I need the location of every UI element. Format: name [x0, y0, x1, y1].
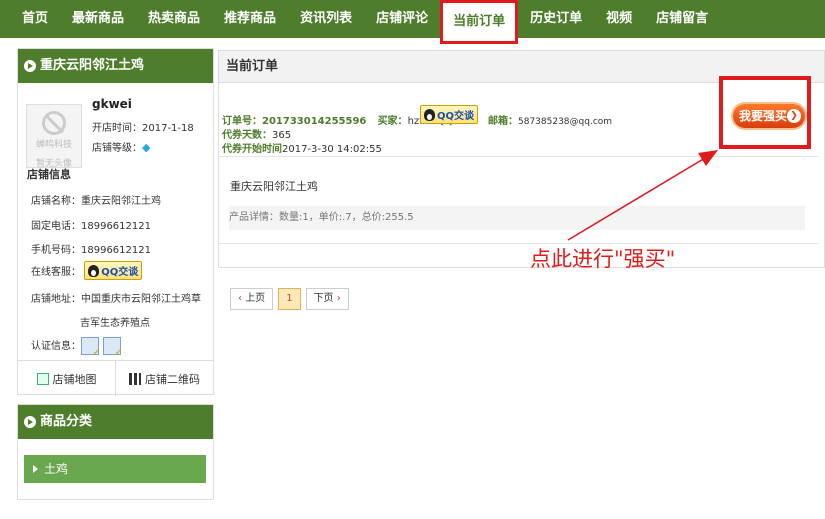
mobile-row: 手机号码：18996612121 — [31, 241, 151, 256]
shop-info-heading: 店铺信息 — [27, 168, 71, 181]
avatar: 蝉鸣科技 暂无头像 — [26, 104, 82, 169]
username: gkwei — [92, 97, 132, 111]
cert-label: 认证信息： — [31, 341, 81, 352]
buyer-label: 买家： — [377, 116, 408, 127]
shop-title-bar: 重庆云阳邻江土鸡 — [18, 49, 213, 83]
nav-order-history[interactable]: 历史订单 — [518, 0, 594, 38]
category-title-bar: 商品分类 — [18, 405, 213, 439]
cert-row: 认证信息： — [31, 337, 125, 358]
start-label: 代券开始时间 — [222, 144, 282, 155]
force-buy-highlight: 我要强买 ❯ — [719, 76, 811, 149]
online-service-row: 在线客服： QQ交谈 — [31, 261, 143, 280]
page-number-current[interactable]: 1 — [278, 288, 301, 310]
address-row: 店铺地址：中国重庆市云阳邻江土鸡草 — [31, 290, 201, 305]
phone-row: 固定电话：18996612121 — [31, 217, 151, 232]
nav-video[interactable]: 视频 — [594, 0, 644, 38]
shop-level-label: 店铺等级： — [92, 143, 142, 154]
id-cert-icon — [81, 337, 101, 358]
nav-hot-products[interactable]: 热卖商品 — [136, 0, 212, 38]
category-title: 商品分类 — [40, 414, 93, 429]
nav-news-list[interactable]: 资讯列表 — [288, 0, 364, 38]
shop-name-label: 店铺名称： — [31, 196, 81, 207]
shop-tabbar: 店铺地图 店铺二维码 — [18, 360, 213, 396]
open-time: 开店时间：2017-1-18 — [92, 123, 194, 134]
force-buy-label: 我要强买 — [739, 109, 788, 123]
no-avatar-icon — [42, 111, 66, 135]
shop-map-label: 店铺地图 — [52, 372, 97, 386]
address-label: 店铺地址： — [31, 294, 81, 305]
diamond-icon: ◆ — [142, 141, 151, 154]
prev-page-label: 上页 — [245, 293, 266, 304]
start-value: 2017-3-30 14:02:55 — [282, 144, 382, 155]
nav-recommended-products[interactable]: 推荐商品 — [212, 0, 288, 38]
qq-chat-label: QQ交谈 — [101, 267, 139, 278]
qq-penguin-icon — [88, 265, 100, 277]
license-cert-icon — [103, 337, 123, 358]
nav-shop-messages[interactable]: 店铺留言 — [644, 0, 720, 38]
buyer-qq-chat-button[interactable]: QQ交谈 — [420, 105, 479, 124]
top-nav: 首页 最新商品 热卖商品 推荐商品 资讯列表 店铺评论 当前订单 历史订单 视频… — [0, 0, 825, 44]
buyer-qq-chat-label: QQ交谈 — [437, 111, 475, 122]
mobile-value: 18996612121 — [81, 245, 151, 256]
arrow-right-icon: ❯ — [787, 109, 801, 123]
shop-qr-label: 店铺二维码 — [145, 372, 200, 386]
arrow-circle-icon — [24, 416, 36, 428]
shop-level: 店铺等级：◆ — [92, 139, 150, 154]
next-page-label: 下页 — [313, 293, 334, 304]
email-label: 邮箱： — [488, 116, 518, 127]
shop-map-tab[interactable]: 店铺地图 — [18, 361, 116, 396]
address-line-2: 吉军生态养殖点 — [80, 318, 150, 329]
email-row: 邮箱：587385238@qq.com — [488, 112, 612, 127]
force-buy-button[interactable]: 我要强买 ❯ — [733, 104, 805, 128]
nav-home[interactable]: 首页 — [10, 0, 60, 38]
annotation-arrow — [567, 150, 718, 241]
shop-info-panel: 重庆云阳邻江土鸡 蝉鸣科技 暂无头像 gkwei 开店时间：2017-1-18 … — [17, 48, 214, 396]
qq-chat-button[interactable]: QQ交谈 — [84, 261, 143, 280]
mobile-label: 手机号码： — [31, 245, 81, 256]
shop-name-value: 重庆云阳邻江土鸡 — [81, 196, 161, 207]
chevron-left-icon: ‹ — [238, 293, 242, 304]
qr-code-icon — [129, 372, 141, 385]
avatar-watermark: 蝉鸣科技 — [35, 140, 72, 150]
phone-label: 固定电话： — [31, 221, 81, 232]
annotation-arrow-head — [698, 150, 718, 166]
prev-page-button[interactable]: ‹ 上页 — [230, 288, 274, 310]
order-shop-name: 重庆云阳邻江土鸡 — [230, 180, 318, 193]
arrow-circle-icon — [24, 60, 36, 72]
shop-qr-tab[interactable]: 店铺二维码 — [116, 361, 213, 396]
annotation-text: 点此进行"强买" — [530, 247, 676, 271]
email-value: 587385238@qq.com — [518, 117, 613, 127]
days-row: 代券天数：365 — [222, 126, 291, 141]
nav-newest-products[interactable]: 最新商品 — [60, 0, 136, 38]
qq-penguin-icon — [424, 109, 435, 121]
pager: ‹ 上页 1 下页 › — [230, 288, 349, 310]
nav-shop-reviews[interactable]: 店铺评论 — [364, 0, 440, 38]
category-item-tuji[interactable]: 土鸡 — [24, 455, 206, 483]
annotation-arrow-line — [567, 157, 706, 241]
nav-current-orders[interactable]: 当前订单 — [440, 0, 519, 44]
phone-value: 18996612121 — [81, 221, 151, 232]
chevron-right-icon: › — [336, 293, 341, 304]
address-line-1: 中国重庆市云阳邻江土鸡草 — [81, 294, 201, 305]
start-row: 代券开始时间2017-3-30 14:02:55 — [222, 140, 382, 155]
shop-name-row: 店铺名称：重庆云阳邻江土鸡 — [31, 192, 161, 207]
next-page-button[interactable]: 下页 › — [305, 288, 349, 310]
category-panel: 商品分类 土鸡 — [17, 404, 214, 500]
shop-title: 重庆云阳邻江土鸡 — [40, 58, 145, 73]
online-service-label: 在线客服： — [31, 267, 81, 278]
map-icon — [36, 372, 49, 385]
